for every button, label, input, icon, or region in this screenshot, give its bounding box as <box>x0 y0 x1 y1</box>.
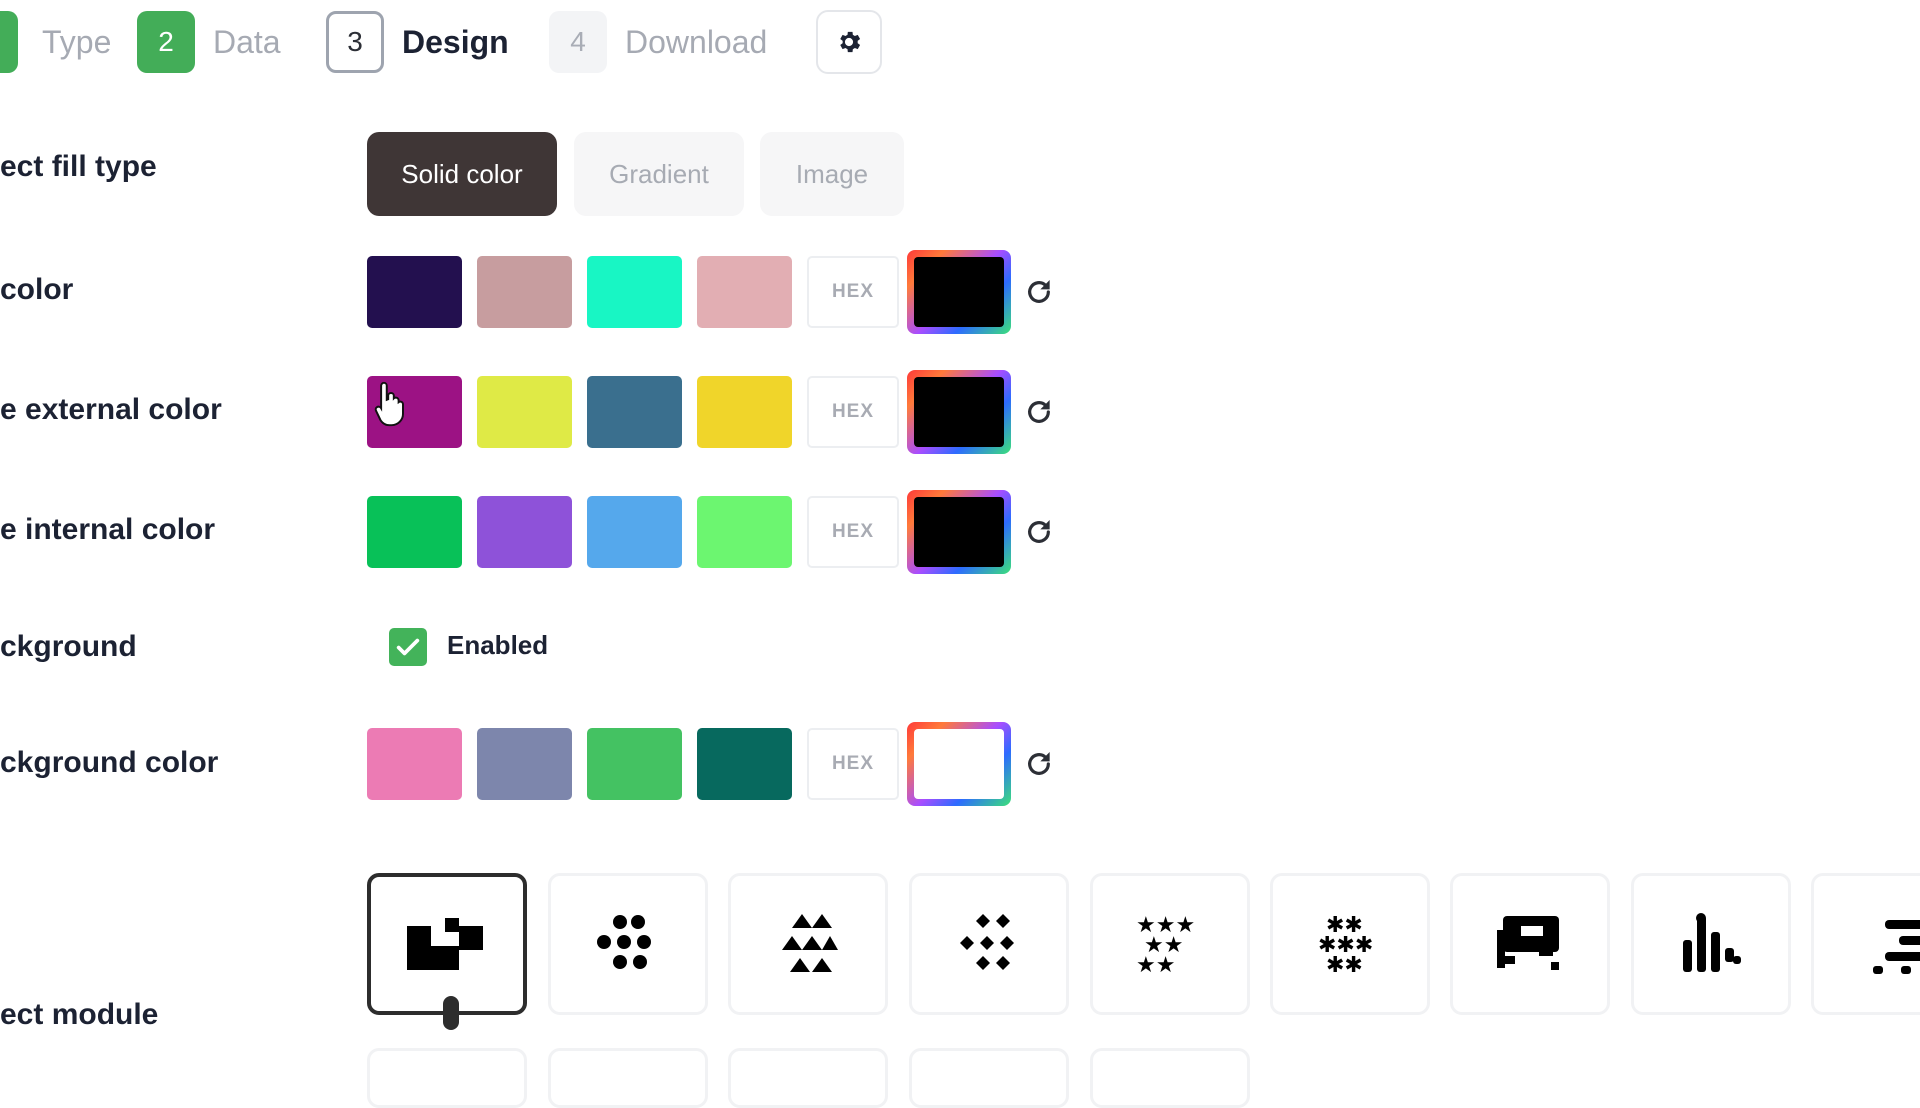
module-label: ect module <box>0 998 159 1031</box>
triangles-icon <box>782 914 838 972</box>
module-option-snowflake-dots[interactable]: ✱✱ ✱✱✱ ✱✱ <box>1270 873 1430 1015</box>
step-badge: 2 <box>137 11 195 73</box>
gear-icon <box>840 31 861 53</box>
color-swatch[interactable] <box>367 496 462 568</box>
step-label: Data <box>213 23 281 60</box>
fill-solid-button[interactable]: Solid color <box>367 132 557 216</box>
module-option-row2[interactable] <box>367 1048 527 1108</box>
module-option-bars[interactable] <box>1631 873 1791 1015</box>
step-type[interactable]: Type <box>0 0 111 84</box>
color-picker[interactable] <box>907 250 1011 334</box>
module-option-row2[interactable] <box>548 1048 708 1108</box>
step-data[interactable]: 2 Data <box>137 0 281 84</box>
picker-preview <box>914 497 1004 567</box>
color-swatch[interactable] <box>587 376 682 448</box>
refresh-icon[interactable] <box>1023 748 1055 780</box>
frame-blocks-icon <box>1497 916 1559 970</box>
settings-button[interactable] <box>816 10 882 74</box>
refresh-icon[interactable] <box>1023 396 1055 428</box>
hex-input[interactable]: HEX <box>807 256 899 328</box>
step-badge <box>0 11 18 73</box>
color-swatch[interactable] <box>697 376 792 448</box>
picker-preview <box>914 257 1004 327</box>
lines-icon <box>1873 920 1920 974</box>
color-swatch[interactable] <box>697 496 792 568</box>
module-option-row2[interactable] <box>909 1048 1069 1108</box>
color-row: HEX <box>367 250 1067 334</box>
module-option-triangles[interactable] <box>728 873 888 1015</box>
color-row-label: e internal color <box>0 513 216 546</box>
module-option-stars[interactable]: ★★★ ★★ ★★ <box>1090 873 1250 1015</box>
dots-icon <box>597 915 651 969</box>
color-picker[interactable] <box>907 490 1011 574</box>
step-label: Type <box>42 23 112 60</box>
module-option-diamond-dots[interactable] <box>909 873 1069 1015</box>
background-label: ckground <box>0 630 137 663</box>
hex-input[interactable]: HEX <box>807 376 899 448</box>
color-row-label: color <box>0 273 74 306</box>
fill-image-button[interactable]: Image <box>760 132 904 216</box>
module-option-square-blocks[interactable] <box>367 873 527 1015</box>
step-badge: 3 <box>326 11 384 73</box>
fill-gradient-button[interactable]: Gradient <box>574 132 744 216</box>
step-label: Design <box>402 23 509 60</box>
color-swatch[interactable] <box>587 496 682 568</box>
module-option-frame-blocks[interactable] <box>1450 873 1610 1015</box>
module-scroll-handle[interactable] <box>443 996 459 1030</box>
color-picker[interactable] <box>907 722 1011 806</box>
stars-icon: ★★★ ★★ ★★ <box>1136 913 1195 976</box>
hand-cursor-icon <box>374 381 404 427</box>
bars-icon <box>1683 913 1741 972</box>
color-swatch[interactable] <box>697 728 792 800</box>
step-label: Download <box>625 23 768 60</box>
snowflake-dots-icon: ✱✱ ✱✱✱ ✱✱ <box>1318 913 1373 976</box>
color-picker[interactable] <box>907 370 1011 454</box>
step-design[interactable]: 3 Design <box>326 0 509 84</box>
hex-input[interactable]: HEX <box>807 496 899 568</box>
color-swatch[interactable] <box>587 728 682 800</box>
refresh-icon[interactable] <box>1023 516 1055 548</box>
color-swatch[interactable] <box>477 496 572 568</box>
svg-text:✱✱: ✱✱ <box>1326 953 1363 976</box>
color-row: HEX <box>367 722 1067 806</box>
module-option-row2[interactable] <box>1090 1048 1250 1108</box>
diamond-dots-icon <box>960 914 1014 970</box>
stepper: Type 2 Data 3 Design 4 Download <box>0 0 1920 84</box>
color-swatch[interactable] <box>587 256 682 328</box>
background-checkbox[interactable] <box>389 628 427 666</box>
fill-type-label: ect fill type <box>0 150 157 183</box>
step-badge: 4 <box>549 11 607 73</box>
module-option-dots[interactable] <box>548 873 708 1015</box>
color-swatch[interactable] <box>477 256 572 328</box>
hex-input[interactable]: HEX <box>807 728 899 800</box>
module-option-row2[interactable] <box>728 1048 888 1108</box>
check-icon <box>396 638 420 656</box>
picker-preview <box>914 729 1004 799</box>
color-swatch[interactable] <box>697 256 792 328</box>
color-row: HEX <box>367 490 1067 574</box>
background-checkbox-label[interactable]: Enabled <box>447 630 548 661</box>
color-swatch[interactable] <box>477 728 572 800</box>
refresh-icon[interactable] <box>1023 276 1055 308</box>
color-row-label: e external color <box>0 393 222 426</box>
color-row-label: ckground color <box>0 746 219 779</box>
picker-preview <box>914 377 1004 447</box>
color-swatch[interactable] <box>477 376 572 448</box>
module-option-lines[interactable] <box>1811 873 1920 1015</box>
step-download[interactable]: 4 Download <box>549 0 767 84</box>
square-blocks-icon <box>407 918 483 970</box>
color-swatch[interactable] <box>367 256 462 328</box>
color-swatch[interactable] <box>367 728 462 800</box>
color-row: HEX <box>367 370 1067 454</box>
svg-text:★★: ★★ <box>1136 953 1175 976</box>
